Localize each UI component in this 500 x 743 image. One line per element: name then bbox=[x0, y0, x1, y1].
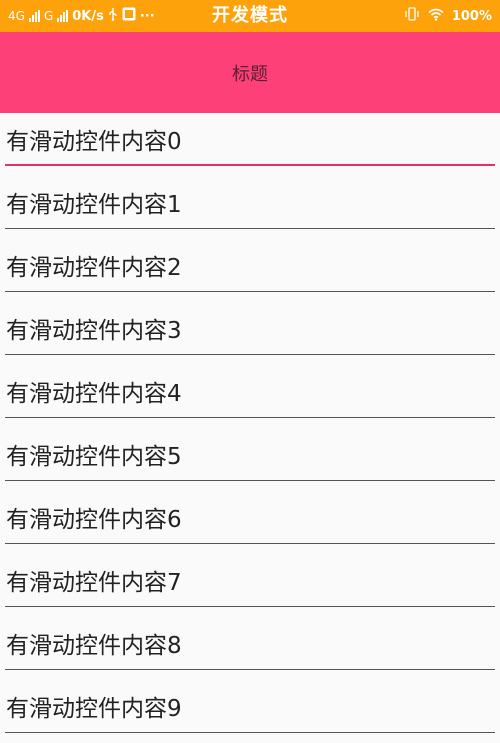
list-item-divider bbox=[5, 669, 495, 670]
focus-underline bbox=[5, 164, 495, 166]
list-item[interactable]: 有滑动控件内容9 bbox=[0, 680, 500, 743]
list-item-divider bbox=[5, 291, 495, 292]
status-bar: 4G G 0K/s ··· 开发模式 100% bbox=[0, 0, 500, 32]
wifi-icon bbox=[428, 8, 444, 25]
list-item-divider bbox=[5, 354, 495, 355]
list-item[interactable]: 有滑动控件内容2 bbox=[0, 239, 500, 302]
list-item[interactable]: 有滑动控件内容0 bbox=[0, 113, 500, 176]
list-item-label: 有滑动控件内容6 bbox=[6, 507, 182, 533]
app-notification-icon bbox=[122, 7, 136, 25]
list-item-label: 有滑动控件内容3 bbox=[6, 318, 182, 344]
network-type-4g: 4G bbox=[8, 9, 25, 23]
list-item-label: 有滑动控件内容9 bbox=[6, 696, 182, 722]
list-item[interactable]: 有滑动控件内容6 bbox=[0, 491, 500, 554]
signal-strength-icon bbox=[28, 10, 40, 22]
list-item-divider bbox=[5, 543, 495, 544]
network-speed: 0K/s bbox=[72, 8, 104, 24]
status-bar-right: 100% bbox=[404, 0, 492, 32]
list-item-divider bbox=[5, 228, 495, 229]
app-bar-title: 标题 bbox=[232, 63, 268, 85]
list-item-divider bbox=[5, 606, 495, 607]
list-item-label: 有滑动控件内容4 bbox=[6, 381, 182, 407]
signal-strength-icon-2 bbox=[57, 10, 69, 22]
more-notifications: ··· bbox=[139, 8, 155, 24]
list-item-divider bbox=[5, 732, 495, 733]
app-bar: 标题 bbox=[0, 32, 500, 113]
list-item-label: 有滑动控件内容1 bbox=[6, 192, 182, 218]
list-item-divider bbox=[5, 480, 495, 481]
list-item-label: 有滑动控件内容2 bbox=[6, 255, 182, 281]
list-item[interactable]: 有滑动控件内容7 bbox=[0, 554, 500, 617]
battery-percentage: 100% bbox=[451, 8, 492, 24]
list-item-divider bbox=[5, 417, 495, 418]
list-item[interactable]: 有滑动控件内容3 bbox=[0, 302, 500, 365]
vibrate-icon bbox=[404, 7, 420, 25]
list-item[interactable]: 有滑动控件内容5 bbox=[0, 428, 500, 491]
usb-icon bbox=[108, 7, 118, 25]
developer-mode-title: 开发模式 bbox=[212, 5, 288, 26]
list-item-label: 有滑动控件内容8 bbox=[6, 633, 182, 659]
list-item-label: 有滑动控件内容0 bbox=[6, 129, 182, 155]
list-item-label: 有滑动控件内容7 bbox=[6, 570, 182, 596]
scroll-list[interactable]: 有滑动控件内容0 有滑动控件内容1 有滑动控件内容2 有滑动控件内容3 有滑动控… bbox=[0, 113, 500, 743]
list-item-label: 有滑动控件内容5 bbox=[6, 444, 182, 470]
network-type-g: G bbox=[43, 9, 54, 23]
status-bar-left: 4G G 0K/s ··· bbox=[8, 0, 155, 32]
list-item[interactable]: 有滑动控件内容8 bbox=[0, 617, 500, 680]
list-item[interactable]: 有滑动控件内容4 bbox=[0, 365, 500, 428]
list-item[interactable]: 有滑动控件内容1 bbox=[0, 176, 500, 239]
